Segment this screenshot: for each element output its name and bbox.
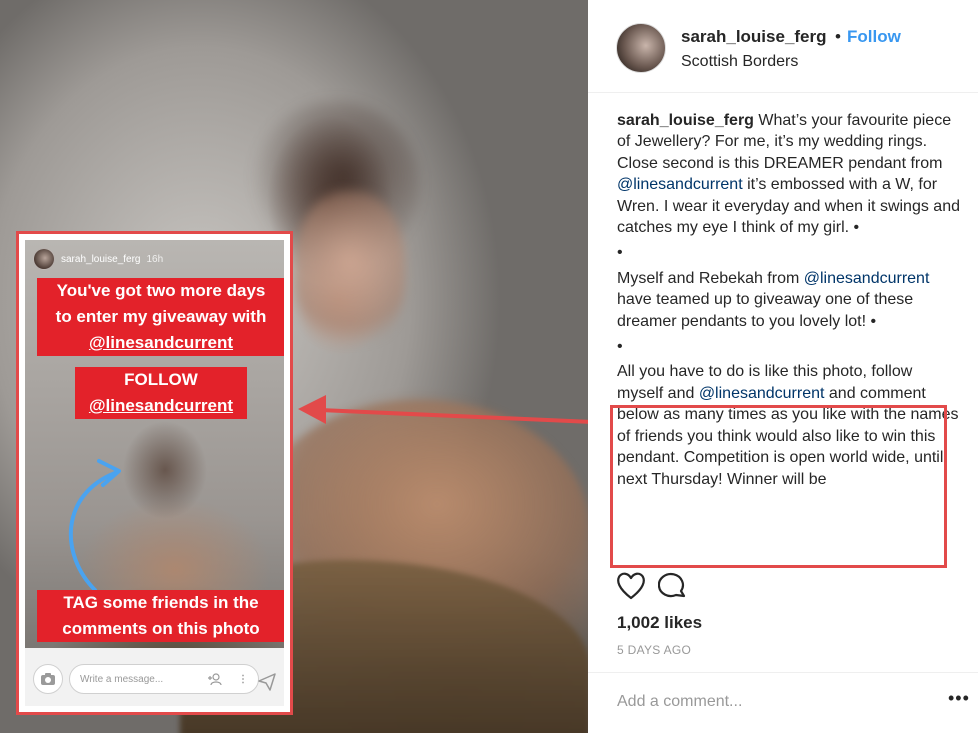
heart-icon[interactable] bbox=[616, 572, 646, 600]
camera-icon[interactable] bbox=[33, 664, 63, 694]
caption-mention[interactable]: @linesandcurrent bbox=[804, 270, 930, 287]
caption-highlight-box bbox=[610, 405, 947, 568]
send-icon[interactable] bbox=[258, 673, 276, 691]
location-link[interactable]: Scottish Borders bbox=[681, 53, 798, 71]
story-screenshot: sarah_louise_ferg 16h You've got two mor… bbox=[16, 231, 293, 715]
story-message-input[interactable]: Write a message... ⋮ bbox=[69, 664, 259, 694]
comment-icon[interactable] bbox=[658, 572, 688, 600]
caption-bullet: • bbox=[617, 338, 623, 356]
story-avatar bbox=[33, 248, 55, 270]
story-curve-arrow-icon bbox=[68, 459, 121, 592]
more-options-button[interactable]: ••• bbox=[948, 688, 970, 709]
caption-paragraph: sarah_louise_ferg What’s your favourite … bbox=[617, 110, 962, 238]
story-tag-line: comments on this photo bbox=[62, 619, 260, 638]
story-time: 16h bbox=[146, 253, 164, 265]
story-username: sarah_louise_ferg bbox=[61, 253, 141, 265]
story-image: sarah_louise_ferg 16h You've got two mor… bbox=[25, 240, 284, 706]
caption-username[interactable]: sarah_louise_ferg bbox=[617, 112, 754, 129]
story-message-placeholder: Write a message... bbox=[80, 673, 164, 685]
add-person-icon[interactable] bbox=[208, 673, 222, 685]
caption-paragraph: Myself and Rebekah from @linesandcurrent… bbox=[617, 268, 962, 332]
post-header: sarah_louise_ferg • Follow Scottish Bord… bbox=[588, 0, 978, 93]
like-count[interactable]: 1,002 likes bbox=[617, 613, 702, 633]
story-tag-follow: FOLLOW @linesandcurrent bbox=[75, 367, 247, 419]
header-separator: • bbox=[835, 27, 841, 46]
caption-text: Myself and Rebekah from bbox=[617, 269, 804, 287]
follow-button[interactable]: Follow bbox=[847, 27, 901, 47]
story-tag-line: TAG some friends in the bbox=[63, 593, 259, 612]
caption-bullet: • bbox=[617, 244, 623, 262]
story-tag-line: FOLLOW bbox=[124, 370, 198, 389]
post-sidebar: sarah_louise_ferg • Follow Scottish Bord… bbox=[588, 0, 978, 733]
story-tag-mention: @linesandcurrent bbox=[88, 396, 234, 415]
caption-mention[interactable]: @linesandcurrent bbox=[699, 385, 825, 402]
post-timestamp: 5 DAYS AGO bbox=[617, 643, 692, 657]
story-header: sarah_louise_ferg 16h bbox=[33, 248, 163, 270]
arrow-icon bbox=[298, 395, 616, 425]
photo-face bbox=[295, 190, 405, 350]
more-icon[interactable]: ⋮ bbox=[238, 674, 248, 685]
header-username[interactable]: sarah_louise_ferg bbox=[681, 27, 827, 47]
story-tag-line: to enter my giveaway with bbox=[55, 307, 267, 326]
story-tag-mention: @linesandcurrent bbox=[88, 333, 234, 352]
story-tag-line: You've got two more days bbox=[56, 281, 266, 300]
caption-mention[interactable]: @linesandcurrent bbox=[617, 176, 743, 193]
story-tag-giveaway: You've got two more days to enter my giv… bbox=[37, 278, 284, 356]
comment-input[interactable]: Add a comment... bbox=[617, 693, 742, 711]
caption-text: have teamed up to giveaway one of these … bbox=[617, 291, 914, 330]
avatar[interactable] bbox=[616, 23, 666, 73]
post-actions bbox=[616, 572, 688, 600]
story-tag-friends: TAG some friends in the comments on this… bbox=[37, 590, 284, 642]
comment-bar: Add a comment... ••• bbox=[588, 672, 978, 733]
